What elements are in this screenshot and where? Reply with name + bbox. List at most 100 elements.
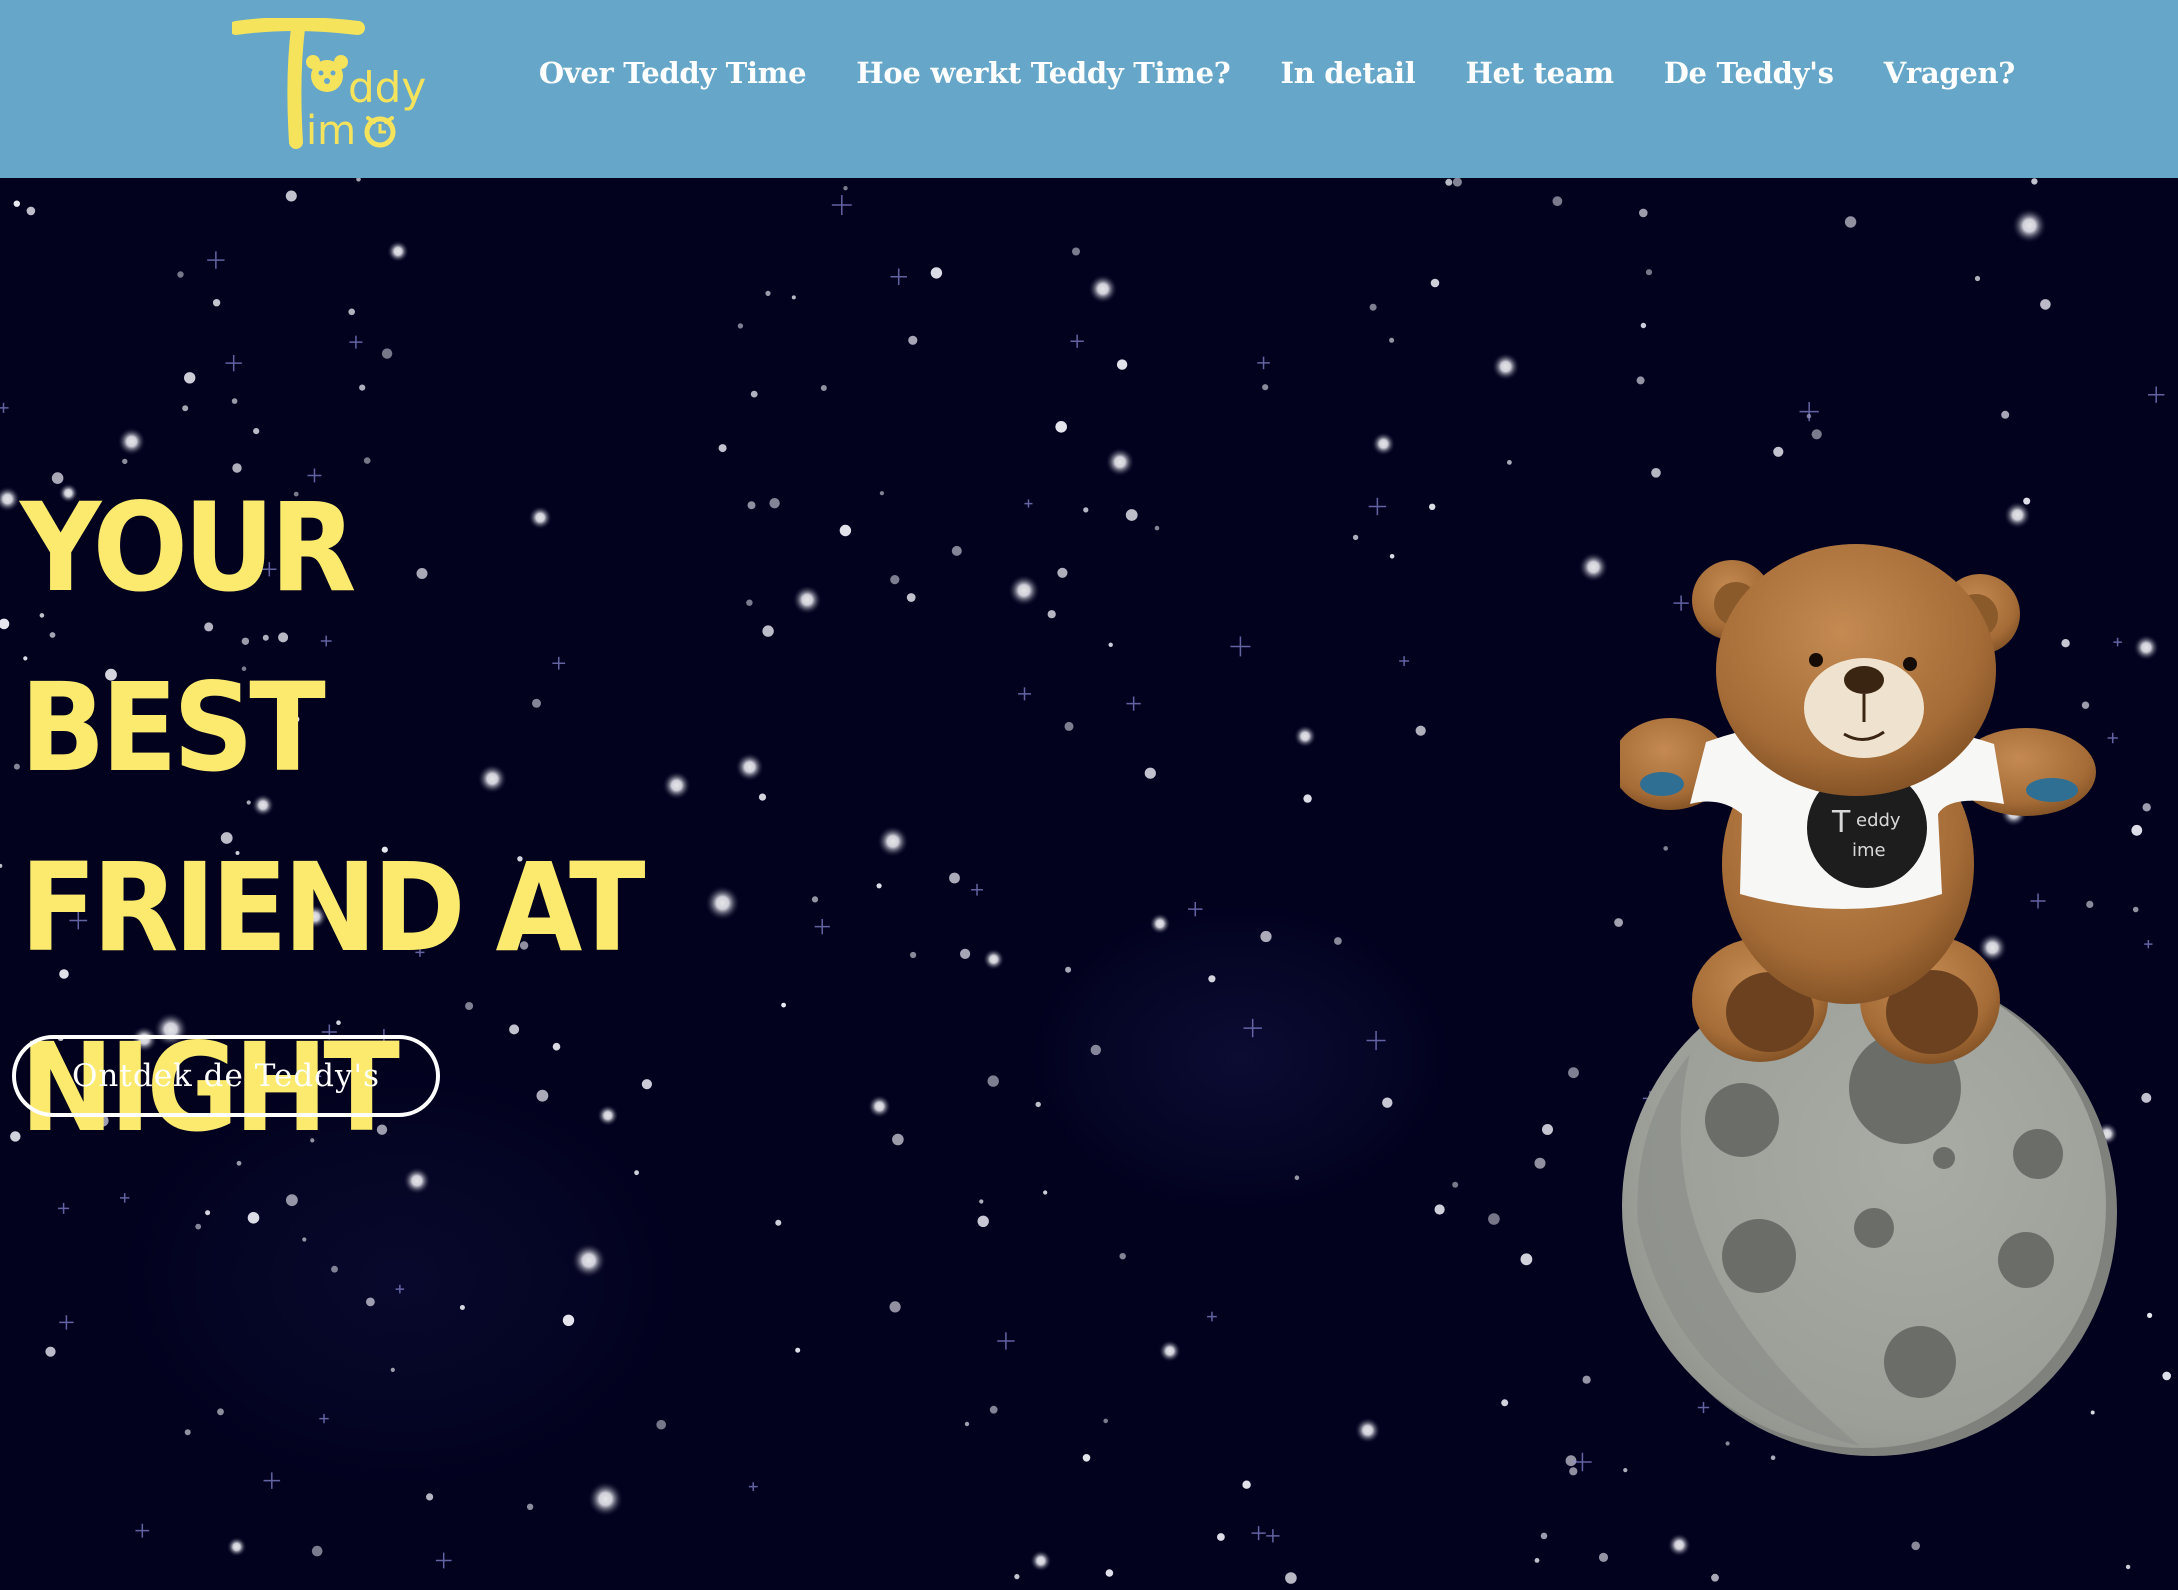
star (1501, 1399, 1509, 1407)
star (1294, 1175, 1300, 1180)
star (1540, 1532, 1548, 1540)
star (1055, 421, 1067, 433)
star (1488, 1213, 1500, 1225)
nav-item-de-teddys[interactable]: De Teddy's (1664, 56, 1834, 90)
star (747, 501, 756, 510)
star (1014, 1574, 1020, 1580)
star (1217, 1533, 1225, 1541)
teddy-on-moon-illustration: T eddy ime (1620, 544, 2117, 1456)
twinkle-star (395, 1284, 405, 1294)
twinkle-star (135, 1523, 150, 1538)
star (1047, 610, 1056, 619)
discover-teddys-button[interactable]: Ontdek de Teddy's (12, 1035, 440, 1117)
star (1569, 1467, 1578, 1476)
star (1534, 1558, 1540, 1563)
star (1542, 1124, 1553, 1135)
star (571, 1242, 607, 1279)
star (979, 1199, 984, 1204)
star (0, 486, 21, 512)
star (231, 398, 238, 404)
star (989, 1405, 998, 1414)
star (1208, 975, 1216, 983)
star (45, 1346, 56, 1357)
star (1371, 432, 1396, 456)
star (1090, 1044, 1102, 1056)
hero-section: YOUR BEST FRIEND AT NIGHT Ontdek de Tedd… (0, 178, 2178, 1590)
star (737, 323, 744, 329)
star (459, 1305, 465, 1310)
star (1108, 642, 1113, 647)
twinkle-star (1243, 1018, 1262, 1038)
star (1434, 1204, 1445, 1215)
nav-item-vragen[interactable]: Vragen? (1884, 56, 2016, 90)
teddy-time-logo[interactable]: ddy im (229, 17, 432, 154)
star (1057, 567, 1068, 578)
star (1105, 1569, 1114, 1577)
star (1582, 1375, 1591, 1384)
star (286, 1194, 298, 1207)
star (356, 178, 361, 182)
star (184, 372, 196, 384)
star (195, 1223, 202, 1230)
star (930, 267, 943, 279)
star (960, 948, 971, 960)
twinkle-star (0, 402, 9, 413)
star (1158, 1339, 1182, 1363)
star (2125, 1564, 2131, 1570)
logo-icon: ddy im (229, 17, 426, 154)
star (908, 335, 918, 345)
twinkle-star (2144, 940, 2153, 949)
star (876, 883, 882, 889)
star (526, 1503, 534, 1511)
star (117, 427, 146, 456)
star (1088, 274, 1118, 304)
star (758, 793, 767, 801)
star (982, 948, 1005, 971)
svg-text:T: T (1831, 805, 1851, 840)
moon-icon (1622, 964, 2117, 1456)
twinkle-star (1207, 1311, 1217, 1322)
star (1154, 525, 1160, 531)
twinkle-star (1251, 1526, 1266, 1541)
teddy-bear-icon: T eddy ime (1620, 544, 2096, 1064)
main-navigation: Over Teddy Time Hoe werkt Teddy Time? In… (539, 56, 2015, 90)
star (910, 951, 917, 959)
star (906, 593, 916, 602)
star (359, 384, 366, 391)
star (791, 295, 796, 300)
star (987, 1075, 999, 1087)
nav-item-hoe-werkt[interactable]: Hoe werkt Teddy Time? (856, 56, 1231, 90)
svg-text:eddy: eddy (1856, 810, 1901, 831)
nav-item-over-teddy-time[interactable]: Over Teddy Time (539, 56, 807, 90)
twinkle-star (59, 1315, 74, 1330)
star (13, 200, 20, 207)
star (1568, 1067, 1579, 1079)
star (1452, 1181, 1459, 1188)
star (977, 1215, 989, 1228)
star (1415, 725, 1426, 736)
star (205, 1210, 211, 1216)
twinkle-star (225, 354, 242, 372)
twinkle-star (997, 1332, 1015, 1350)
star (1303, 794, 1312, 803)
twinkle-star (1070, 334, 1084, 348)
twinkle-star (319, 1413, 329, 1424)
twinkle-star (1024, 499, 1033, 508)
nav-item-in-detail[interactable]: In detail (1280, 56, 1415, 90)
star (1552, 196, 1563, 207)
star (217, 1408, 224, 1416)
site-header: ddy im Over Teddy Time Hoe werkt Teddy T… (0, 0, 2178, 178)
twinkle-star (1018, 687, 1032, 701)
star (1125, 509, 1138, 521)
twinkle-star (1266, 1529, 1280, 1543)
star (890, 575, 900, 585)
star (1105, 447, 1135, 477)
star (1260, 930, 1272, 943)
star (1430, 278, 1440, 288)
star (366, 1297, 375, 1307)
star (781, 1002, 786, 1008)
star (390, 1367, 395, 1372)
star (253, 428, 260, 435)
nav-item-het-team[interactable]: Het team (1465, 56, 1614, 90)
star (1035, 1101, 1041, 1108)
